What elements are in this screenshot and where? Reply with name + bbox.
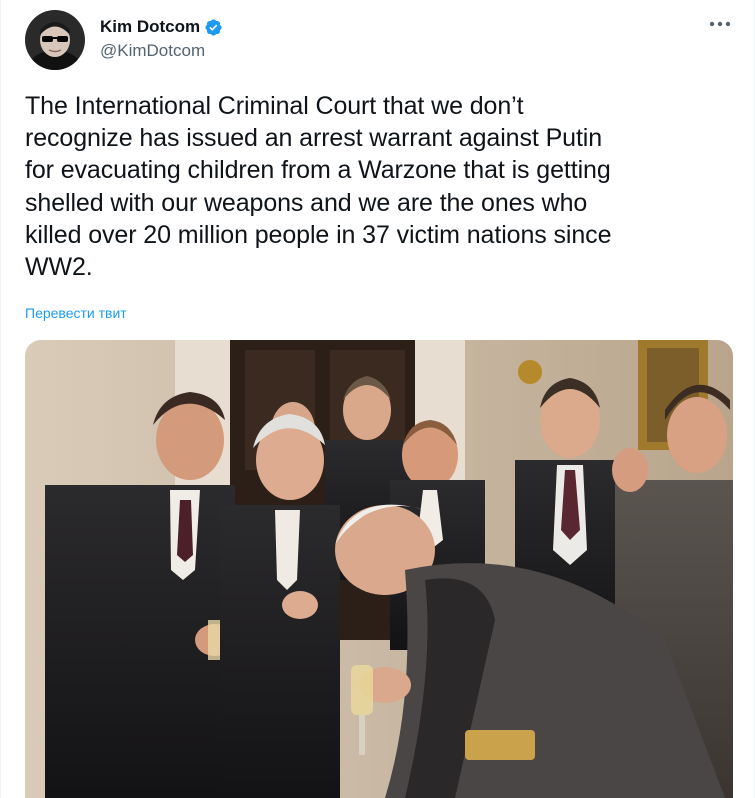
tweet-photo[interactable] bbox=[25, 340, 733, 798]
author-display-name[interactable]: Kim Dotcom bbox=[100, 17, 200, 37]
author-row: Kim Dotcom bbox=[100, 16, 223, 38]
avatar-image bbox=[25, 10, 85, 70]
more-options-icon bbox=[709, 21, 731, 27]
tweet-card: Kim Dotcom @KimDotcom The International … bbox=[0, 0, 755, 798]
avatar[interactable] bbox=[25, 10, 85, 70]
verified-badge-icon bbox=[204, 18, 223, 37]
author-handle[interactable]: @KimDotcom bbox=[100, 41, 205, 61]
translate-tweet-link[interactable]: Перевести твит bbox=[25, 305, 127, 321]
tweet-text: The International Criminal Court that we… bbox=[25, 92, 612, 282]
photo-image bbox=[25, 340, 733, 798]
more-options-button[interactable] bbox=[706, 14, 734, 34]
